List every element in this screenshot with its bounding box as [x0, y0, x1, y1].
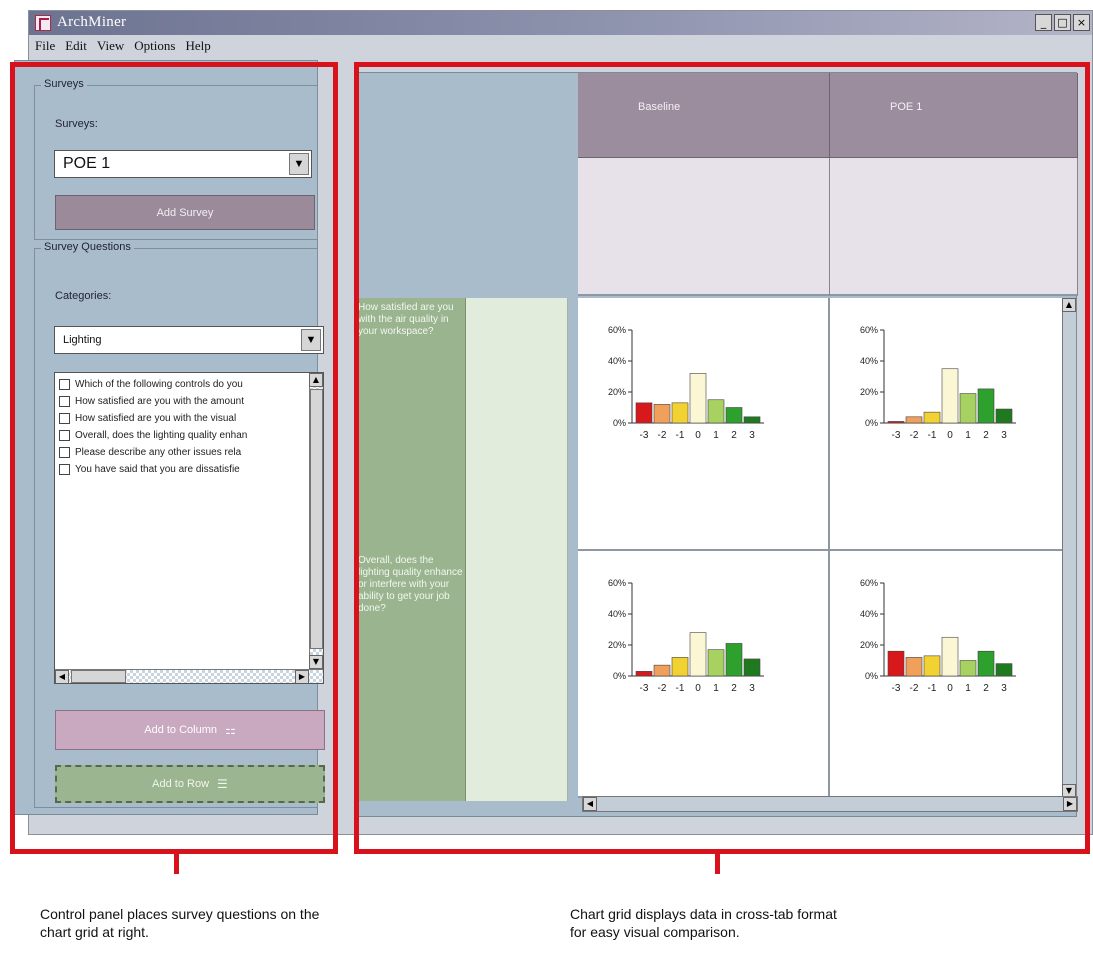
window-title: ArchMiner — [57, 14, 127, 30]
menu-edit[interactable]: Edit — [65, 38, 87, 54]
callout-line — [715, 852, 720, 874]
menu-options[interactable]: Options — [134, 38, 175, 54]
menu-bar: File Edit View Options Help — [29, 35, 1092, 57]
chart-grid-highlight — [354, 62, 1090, 854]
menu-view[interactable]: View — [97, 38, 124, 54]
maximize-button[interactable]: □ — [1054, 14, 1071, 31]
app-logo-icon — [35, 15, 51, 31]
minimize-button[interactable]: _ — [1035, 14, 1052, 31]
control-panel-highlight — [10, 62, 338, 854]
menu-file[interactable]: File — [35, 38, 55, 54]
right-caption: Chart grid displays data in cross-tab fo… — [570, 906, 837, 940]
title-bar[interactable]: ArchMiner _ □ × — [29, 11, 1092, 35]
close-button[interactable]: × — [1073, 14, 1090, 31]
callout-line — [174, 852, 179, 874]
menu-help[interactable]: Help — [185, 38, 210, 54]
left-caption: Control panel places survey questions on… — [40, 906, 320, 940]
